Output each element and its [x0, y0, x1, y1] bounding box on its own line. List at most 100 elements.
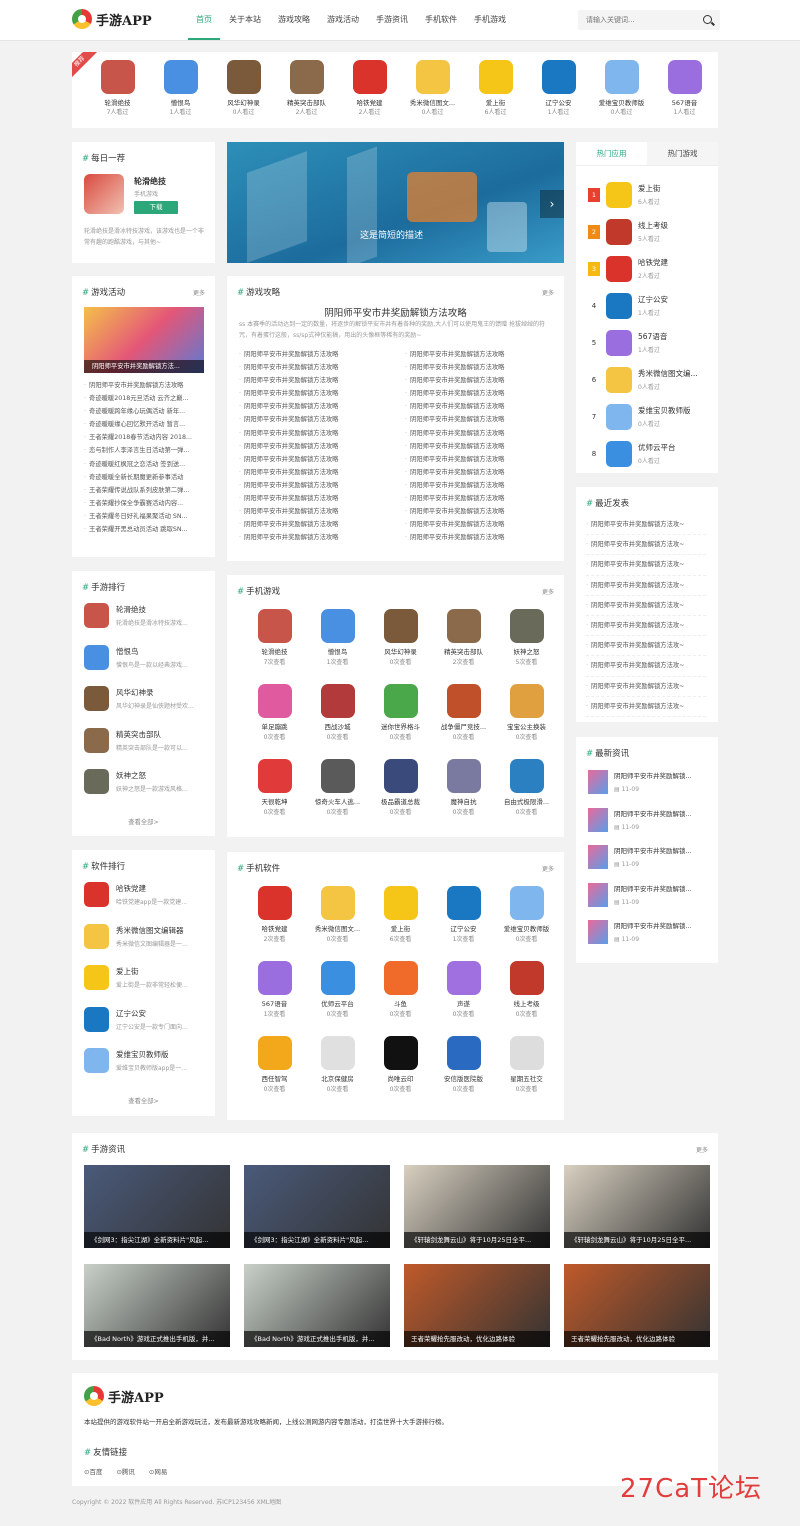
item-name[interactable]: 北京保健房 [306, 1073, 369, 1083]
list-item[interactable]: 奇迹暖暖跨年缘心玩偶活动 新年... [84, 405, 204, 418]
news-thumbnail[interactable] [588, 845, 608, 869]
list-item[interactable]: 阴阳师平安市井奖励解锁方法攻略 [405, 492, 523, 505]
app-icon[interactable] [84, 727, 109, 753]
guide-headline[interactable]: 阴阳师平安市井奖励解锁方法攻略 [227, 305, 564, 319]
item-name[interactable]: 秀米微信图文编辑器 [116, 925, 211, 936]
list-item[interactable]: 阴阳师平安市井奖励解锁方法攻略 [405, 400, 523, 413]
rank-item-name[interactable]: 线上考级 [638, 220, 668, 231]
featured-item[interactable]: 哈铁党建 2人看过 [338, 60, 401, 116]
grid-item[interactable]: 声遂 0次查看 [432, 961, 495, 1036]
rank-list-item[interactable]: 风华幻神录 风华幻神录是仙侠题材受欢... [84, 686, 211, 711]
app-icon[interactable] [446, 684, 481, 718]
news-card-caption[interactable]: 《轩辕剑龙舞云山》将于10月25日全平... [564, 1232, 710, 1248]
grid-item[interactable]: 辽宁公安 1次查看 [432, 886, 495, 961]
item-name[interactable]: 爱上街 [116, 966, 211, 977]
app-icon[interactable] [446, 609, 481, 643]
featured-item[interactable]: 爱上街 6人看过 [464, 60, 527, 116]
item-name[interactable]: 轮滑绝技 [116, 604, 211, 615]
list-item[interactable]: 阴阳师平安市井奖励解锁方法攻略 [239, 466, 357, 479]
app-icon[interactable] [667, 60, 702, 94]
item-name[interactable]: 天很乾坤 [243, 796, 306, 806]
grid-item[interactable]: 北京保健房 0次查看 [306, 1036, 369, 1111]
list-item[interactable]: 阴阳师平安市井奖励解锁方法攻略 [239, 413, 357, 426]
grid-item[interactable]: 安信版医院版 0次查看 [432, 1036, 495, 1111]
nav-home[interactable]: 首页 [188, 0, 220, 40]
rank-item-name[interactable]: 优师云平台 [638, 442, 676, 453]
item-name[interactable]: 战争僵尸竞技... [432, 721, 495, 731]
news-title[interactable]: 阴阳师平安市井奖励解锁... [614, 883, 704, 893]
news-card-caption[interactable]: 《剑网3：指尖江湖》全新资料片"风起... [244, 1232, 390, 1248]
rank-list-item[interactable]: 憎恨鸟 憎恨鸟是一款以经典游戏... [84, 644, 211, 670]
download-button[interactable]: 下载 [134, 201, 178, 214]
grid-item[interactable]: 惊奇火车人逃... 0次查看 [306, 759, 369, 834]
app-icon[interactable] [163, 60, 198, 94]
app-icon[interactable] [84, 769, 109, 794]
app-icon[interactable] [509, 961, 544, 995]
app-icon[interactable] [604, 60, 639, 94]
grid-item[interactable]: 单足蹦跳 0次查看 [243, 684, 306, 759]
rank-item[interactable]: 4 辽宁公安 1人看过 [588, 287, 698, 324]
grid-item[interactable]: 极品霸道总裁 0次查看 [369, 759, 432, 834]
list-item[interactable]: 奇迹暖暖红枫冠之恋活动 签到送... [84, 458, 204, 471]
item-name[interactable]: 爱维宝贝教师版 [495, 923, 558, 933]
list-item[interactable]: 阴阳师平安市井奖励解锁方法攻略 [239, 531, 357, 544]
app-icon[interactable] [257, 609, 292, 643]
grid-item[interactable]: 憎恨鸟 1次查看 [306, 609, 369, 684]
item-name[interactable]: 辽宁公安 [432, 923, 495, 933]
grid-item[interactable]: 宝宝公主换装 0次查看 [495, 684, 558, 759]
news-card[interactable]: 《剑网3：指尖江湖》全新资料片"风起... [244, 1165, 390, 1248]
news-card-caption[interactable]: 王者荣耀抢先服改动，优化边路体验 [564, 1331, 710, 1347]
featured-item[interactable]: 爱维宝贝教师版 0人看过 [590, 60, 653, 116]
list-item[interactable]: 王者荣耀抄保全争霸赛活动内容... [84, 497, 204, 510]
app-icon[interactable] [257, 684, 292, 718]
game-news-more-link[interactable]: 更多 [696, 1145, 708, 1154]
daily-app-name[interactable]: 轮滑绝技 [134, 176, 166, 187]
news-card[interactable]: 《轩辕剑龙舞云山》将于10月25日全平... [404, 1165, 550, 1248]
grid-item[interactable]: 星期五社交 0次查看 [495, 1036, 558, 1111]
list-item[interactable]: 奇迹暖暖全新长期魔更新参事活动 [84, 471, 204, 484]
app-icon[interactable] [320, 684, 355, 718]
item-name[interactable]: 爱上街 [369, 923, 432, 933]
tab-hot-games[interactable]: 热门游戏 [647, 142, 718, 165]
app-icon[interactable] [478, 60, 513, 94]
app-icon[interactable] [383, 1036, 418, 1070]
app-icon[interactable] [84, 1048, 109, 1073]
item-name[interactable]: 迷你世界格斗 [369, 721, 432, 731]
app-icon[interactable] [84, 923, 109, 949]
app-icon[interactable] [383, 609, 418, 643]
list-item[interactable]: 阴阳师平安市井奖励解锁方法攻略 [239, 518, 357, 531]
featured-item[interactable]: 辽宁公安 1人看过 [527, 60, 590, 116]
friend-link[interactable]: ⊙腾讯 [116, 1466, 134, 1476]
list-item[interactable]: 阴阳师平安市井奖励解锁方法攻~ [586, 596, 706, 616]
app-icon[interactable] [606, 218, 632, 245]
grid-item[interactable]: 爱维宝贝教师版 0次查看 [495, 886, 558, 961]
grid-item[interactable]: 567语音 1次查看 [243, 961, 306, 1036]
app-icon[interactable] [446, 759, 481, 793]
item-name[interactable]: 声遂 [432, 998, 495, 1008]
tab-hot-apps[interactable]: 热门应用 [576, 142, 647, 165]
search-input[interactable] [578, 10, 696, 30]
app-icon[interactable] [606, 292, 632, 319]
list-item[interactable]: 阴阳师平安市井奖励解锁方法攻~ [586, 636, 706, 657]
list-item[interactable]: 阴阳师平安市井奖励解锁方法攻略 [239, 348, 357, 361]
app-icon[interactable] [509, 684, 544, 718]
activities-image-caption[interactable]: 阴阳师平安市井奖励解锁方法... [84, 360, 204, 373]
list-item[interactable]: 阴阳师平安市井奖励解锁方法攻略 [405, 361, 523, 374]
app-icon[interactable] [84, 1006, 109, 1032]
daily-app-icon[interactable] [84, 174, 124, 214]
rank-item[interactable]: 5 567语音 1人看过 [588, 324, 698, 361]
list-item[interactable]: 阴阳师平安市井奖励解锁方法攻略 [239, 387, 357, 400]
item-name[interactable]: 妖神之怒 [116, 770, 211, 781]
list-item[interactable]: 王者荣耀传说战队系列皮肤第二弹... [84, 484, 204, 497]
rank-list-item[interactable]: 哈铁党建 哈铁党建app是一款党建... [84, 882, 211, 907]
list-item[interactable]: 阴阳师平安市井奖励解锁方法攻~ [586, 555, 706, 576]
app-icon[interactable] [541, 60, 576, 94]
grid-item[interactable]: 西任智驾 0次查看 [243, 1036, 306, 1111]
item-name[interactable]: 风华幻神录 [369, 646, 432, 656]
featured-item[interactable]: 567语音 1人看过 [653, 60, 716, 116]
nav-activities[interactable]: 游戏活动 [319, 0, 367, 40]
news-card[interactable]: 王者荣耀抢先服改动，优化边路体验 [404, 1264, 550, 1347]
grid-item[interactable]: 斗鱼 0次查看 [369, 961, 432, 1036]
grid-item[interactable]: 迷你世界格斗 0次查看 [369, 684, 432, 759]
featured-item[interactable]: 憎恨鸟 1人看过 [149, 60, 212, 116]
